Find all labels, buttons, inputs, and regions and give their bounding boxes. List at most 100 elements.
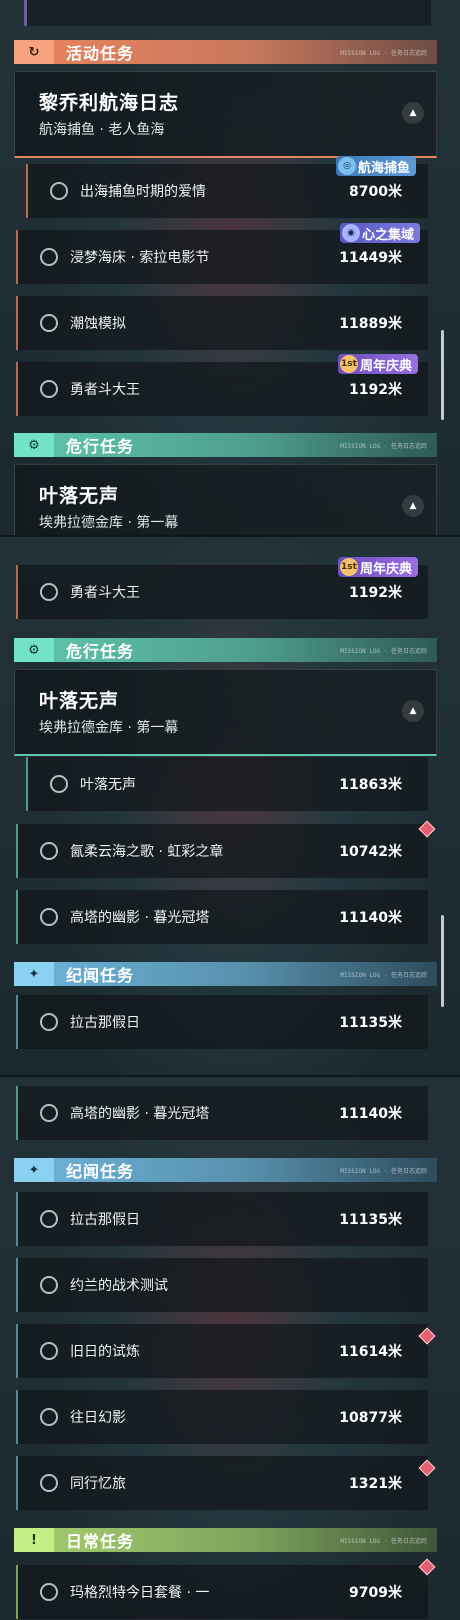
quest-status-circle-icon — [40, 1583, 58, 1601]
quest-distance: 9709米 — [349, 1585, 402, 1601]
refresh-icon: ↻ — [14, 40, 54, 64]
section-header-daily: ! 日常任务 MISSION LOG · 任务日志追踪 — [14, 1528, 437, 1552]
quest-group-silent-leaves[interactable]: 叶落无声 埃弗拉德金库 · 第一幕 ▲ — [14, 464, 437, 537]
group-title: 黎乔利航海日志 — [39, 92, 180, 114]
quest-group-silent-leaves[interactable]: 叶落无声 埃弗拉德金库 · 第一幕 ▲ — [14, 669, 437, 756]
scrollbar-thumb[interactable] — [441, 330, 444, 420]
group-subtitle: 埃弗拉德金库 · 第一幕 — [39, 720, 179, 736]
quest-name: 旧日的试炼 — [70, 1344, 140, 1360]
section-label: 纪闻任务 — [66, 1162, 135, 1181]
quest-distance: 11614米 — [339, 1344, 402, 1360]
quest-row[interactable]: 潮蚀模拟 11889米 — [16, 296, 428, 350]
quest-name: 高塔的幽影 · 暮光冠塔 — [70, 910, 210, 926]
fishing-badge: ◎ 航海捕鱼 — [336, 156, 417, 176]
section-label: 纪闻任务 — [66, 966, 135, 985]
quest-distance: 11140米 — [339, 910, 402, 926]
quest-row[interactable]: 旧日的试炼 11614米 — [16, 1324, 428, 1378]
quest-distance: 10742米 — [339, 844, 402, 860]
sparkle-icon: ✦ — [14, 962, 54, 986]
quest-distance: 8700米 — [349, 184, 402, 200]
quest-name: 拉古那假日 — [70, 1212, 140, 1228]
quest-name: 出海捕鱼时期的爱情 — [80, 184, 206, 200]
badge-label: 周年庆典 — [360, 561, 413, 577]
quest-distance: 11140米 — [339, 1106, 402, 1122]
header-decoration-text: MISSION LOG · 任务日志追踪 — [340, 971, 427, 979]
quest-distance: 1321米 — [349, 1476, 402, 1492]
quest-row[interactable]: 高塔的幽影 · 暮光冠塔 11140米 — [16, 1086, 428, 1140]
badge-label: 周年庆典 — [360, 358, 413, 374]
quest-name: 氤柔云海之歌 · 虹彩之章 — [70, 844, 224, 860]
collapse-caret-icon[interactable]: ▲ — [402, 700, 424, 722]
quest-status-circle-icon — [50, 775, 68, 793]
previous-quest-row[interactable] — [24, 0, 431, 26]
quest-distance: 1192米 — [349, 585, 402, 601]
quest-name: 叶落无声 — [80, 777, 136, 793]
quest-row[interactable]: 高塔的幽影 · 暮光冠塔 11140米 — [16, 890, 428, 944]
anniversary-1st-icon: 1st — [340, 558, 358, 576]
quest-status-circle-icon — [40, 1474, 58, 1492]
quest-name: 约兰的战术测试 — [70, 1278, 168, 1294]
quest-status-circle-icon — [40, 380, 58, 398]
quest-row[interactable]: 叶落无声 11863米 — [26, 757, 428, 811]
collapse-caret-icon[interactable]: ▲ — [402, 102, 424, 124]
quest-group-voyage-log[interactable]: 黎乔利航海日志 航海捕鱼 · 老人鱼海 ▲ — [14, 71, 437, 158]
quest-name: 往日幻影 — [70, 1410, 126, 1426]
header-decoration-text: MISSION LOG · 任务日志追踪 — [340, 49, 427, 57]
quest-status-circle-icon — [40, 1342, 58, 1360]
quest-status-circle-icon — [40, 842, 58, 860]
header-decoration-text: MISSION LOG · 任务日志追踪 — [340, 1167, 427, 1175]
quest-name: 同行忆旅 — [70, 1476, 126, 1492]
heart-domain-badge: ◉ 心之集域 — [340, 223, 421, 243]
quest-status-circle-icon — [40, 1210, 58, 1228]
header-decoration-text: MISSION LOG · 任务日志追踪 — [340, 1537, 427, 1545]
section-header-danger: ⚙ 危行任务 MISSION LOG · 任务日志追踪 — [14, 433, 437, 457]
quest-distance: 11889米 — [339, 316, 402, 332]
alert-icon: ! — [14, 1528, 54, 1552]
header-decoration-text: MISSION LOG · 任务日志追踪 — [340, 442, 427, 450]
scrollbar-thumb[interactable] — [441, 915, 444, 1007]
group-title: 叶落无声 — [39, 485, 120, 507]
quest-name: 潮蚀模拟 — [70, 316, 126, 332]
quest-status-circle-icon — [40, 1013, 58, 1031]
quest-status-circle-icon — [40, 583, 58, 601]
quest-row[interactable]: 拉古那假日 11135米 — [16, 1192, 428, 1246]
quest-name: 浸梦海床 · 索拉电影节 — [70, 250, 210, 266]
group-title: 叶落无声 — [39, 690, 120, 712]
section-header-danger: ⚙ 危行任务 MISSION LOG · 任务日志追踪 — [14, 638, 437, 662]
section-header-activity: ↻ 活动任务 MISSION LOG · 任务日志追踪 — [14, 40, 437, 64]
quest-row[interactable]: 同行忆旅 1321米 — [16, 1456, 428, 1510]
quest-status-circle-icon — [50, 182, 68, 200]
section-label: 危行任务 — [66, 437, 135, 456]
quest-row[interactable]: 氤柔云海之歌 · 虹彩之章 10742米 — [16, 824, 428, 878]
anniversary-badge: 1st 周年庆典 — [338, 557, 419, 577]
fishing-icon: ◎ — [338, 157, 356, 175]
quest-status-circle-icon — [40, 248, 58, 266]
quest-row[interactable]: 约兰的战术测试 — [16, 1258, 428, 1312]
quest-panel-1: ↻ 活动任务 MISSION LOG · 任务日志追踪 黎乔利航海日志 航海捕鱼… — [0, 0, 460, 537]
quest-row[interactable]: 往日幻影 10877米 — [16, 1390, 428, 1444]
quest-panel-3: 高塔的幽影 · 暮光冠塔 11140米 ✦ 纪闻任务 MISSION LOG ·… — [0, 1077, 460, 1620]
badge-label: 航海捕鱼 — [358, 160, 411, 176]
gear-icon: ⚙ — [14, 433, 54, 457]
badge-label: 心之集域 — [362, 227, 415, 243]
group-subtitle: 埃弗拉德金库 · 第一幕 — [39, 515, 179, 531]
group-subtitle: 航海捕鱼 · 老人鱼海 — [39, 122, 165, 138]
section-label: 活动任务 — [66, 44, 135, 63]
collapse-caret-icon[interactable]: ▲ — [402, 495, 424, 517]
quest-name: 拉古那假日 — [70, 1015, 140, 1031]
quest-status-circle-icon — [40, 1276, 58, 1294]
gear-icon: ⚙ — [14, 638, 54, 662]
quest-distance: 11449米 — [339, 250, 402, 266]
anniversary-1st-icon: 1st — [340, 355, 358, 373]
sparkle-icon: ✦ — [14, 1158, 54, 1182]
section-label: 日常任务 — [66, 1532, 135, 1551]
quest-distance: 1192米 — [349, 382, 402, 398]
quest-row[interactable]: 玛格烈特今日套餐 · 一 9709米 — [16, 1565, 428, 1619]
quest-distance: 11135米 — [339, 1015, 402, 1031]
quest-panel-2: 勇者斗大王 1192米 1st 周年庆典 ⚙ 危行任务 MISSION LOG … — [0, 537, 460, 1077]
quest-row[interactable]: 拉古那假日 11135米 — [16, 995, 428, 1049]
anniversary-badge: 1st 周年庆典 — [338, 354, 419, 374]
quest-status-circle-icon — [40, 908, 58, 926]
quest-name: 勇者斗大王 — [70, 382, 140, 398]
heart-swirl-icon: ◉ — [342, 224, 360, 242]
